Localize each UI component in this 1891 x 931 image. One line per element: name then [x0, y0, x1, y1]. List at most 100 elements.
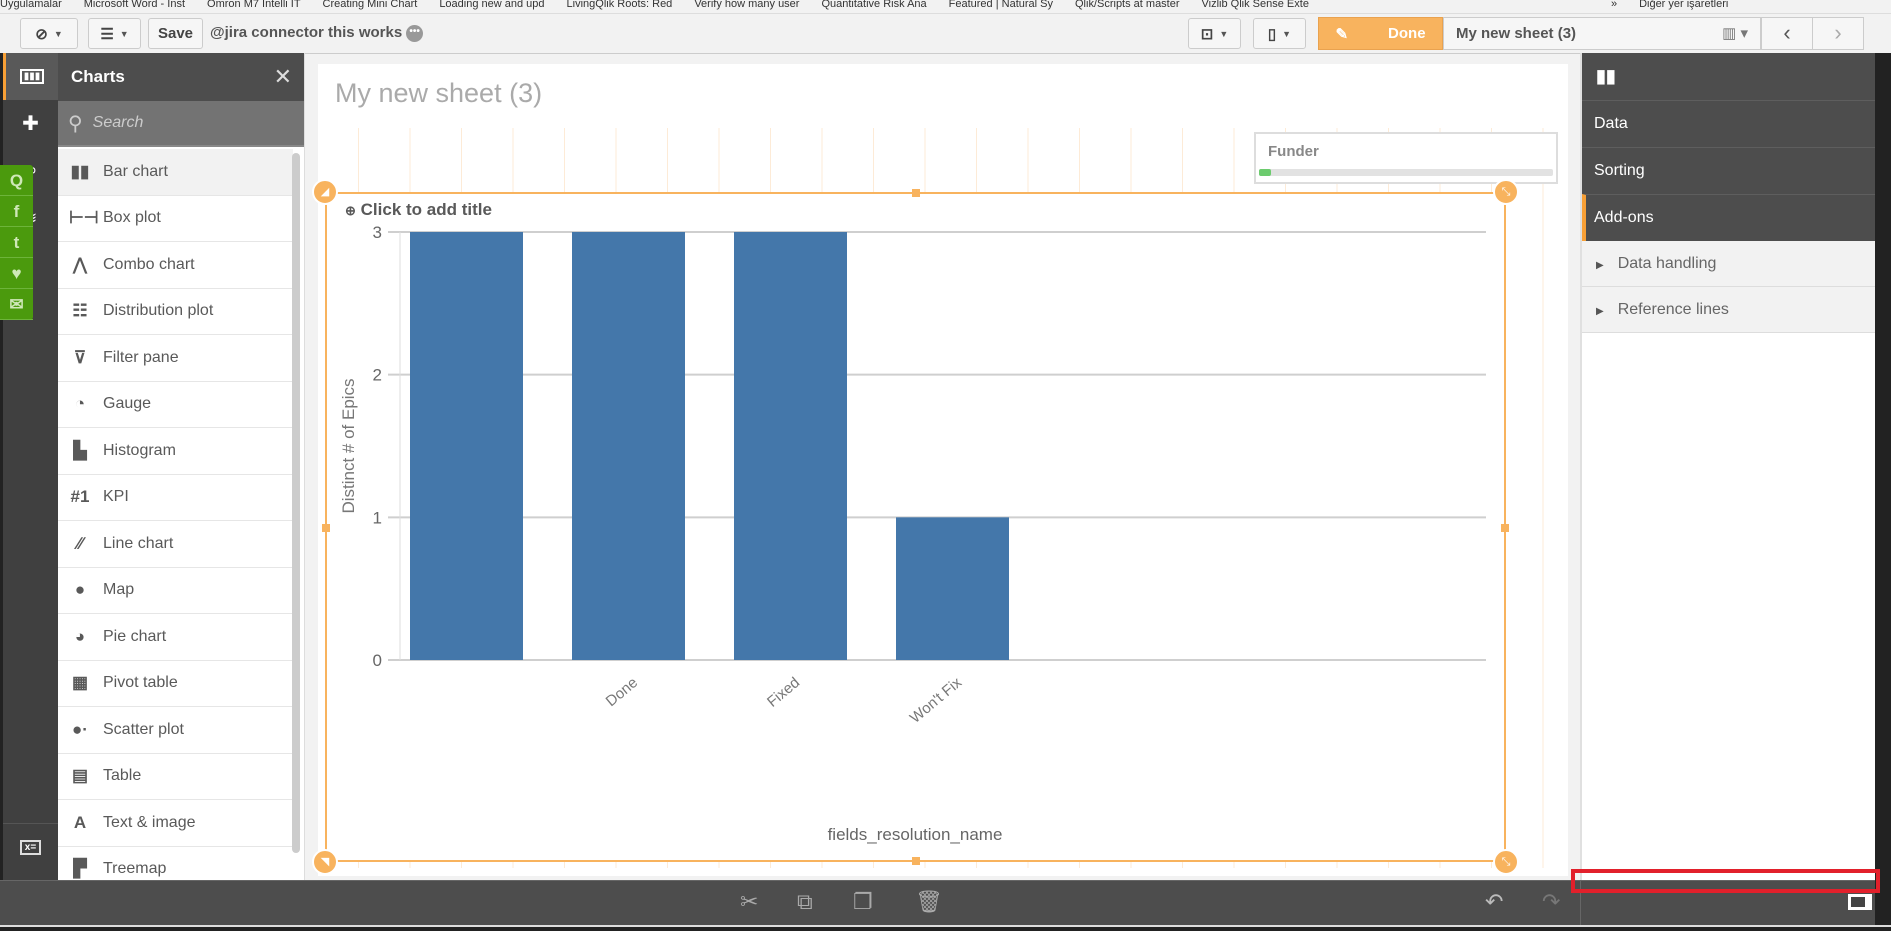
bookmark-item[interactable]: Quantitative Risk Ana: [821, 0, 926, 10]
chart-type-label: Table: [103, 767, 142, 785]
variables-button[interactable]: x=: [3, 823, 58, 870]
panel-toggle-icon[interactable]: [1848, 894, 1872, 910]
global-menu-button[interactable]: ☰ ▼: [88, 18, 141, 49]
qlik-share-icon[interactable]: Q: [0, 165, 33, 196]
chart-type-item[interactable]: #1 KPI: [58, 475, 293, 521]
resize-handle-top[interactable]: [912, 189, 920, 197]
chart-type-item[interactable]: ∕∕ Line chart: [58, 521, 293, 568]
bookmark-item[interactable]: Loading new and upd: [439, 0, 544, 10]
scatter-plot-icon: ●·: [72, 719, 88, 739]
done-label: Done: [1388, 25, 1426, 42]
bookmark-item[interactable]: Omron M7 Intelli IT: [207, 0, 301, 10]
next-sheet-button[interactable]: ›: [1812, 17, 1864, 50]
chart-type-item[interactable]: ◔ Gauge: [58, 382, 293, 428]
resize-handle-top-right[interactable]: ⤡: [1493, 179, 1519, 205]
properties-header: ▮▮: [1582, 53, 1875, 100]
section-reference-lines[interactable]: ▶ Reference lines: [1582, 287, 1875, 333]
properties-tab-data[interactable]: Data: [1582, 100, 1875, 147]
chart-type-item[interactable]: ● Map: [58, 568, 293, 614]
menu-icon: ☰: [100, 25, 114, 43]
expand-icon: ▶: [1596, 306, 1604, 317]
search-icon: ⚲: [68, 112, 83, 135]
chart-type-item[interactable]: ▮▮ Bar chart: [58, 149, 293, 196]
mail-icon[interactable]: ✉: [0, 289, 33, 320]
search-input[interactable]: ⚲ Search: [58, 101, 304, 147]
x-tick-label: Done: [603, 674, 641, 710]
chart-type-label: Histogram: [103, 441, 176, 459]
resize-handle-bottom-right[interactable]: ⤡: [1493, 849, 1519, 875]
copy-icon[interactable]: ⧉: [797, 889, 813, 915]
resize-handle-right[interactable]: [1501, 524, 1509, 532]
combo-chart-icon: ⋀: [73, 254, 87, 274]
heart-icon[interactable]: ♥: [0, 258, 33, 289]
bookmark-item[interactable]: Qlik/Scripts at master: [1075, 0, 1180, 10]
properties-tab-sorting[interactable]: Sorting: [1582, 147, 1875, 194]
charts-tab[interactable]: ▮▮▮: [3, 53, 58, 100]
extensions-tab[interactable]: ✚: [3, 100, 58, 147]
bookmark-item[interactable]: Uygulamalar: [0, 0, 62, 10]
chart-list-scrollbar[interactable]: [292, 153, 300, 853]
pencil-icon: ✎: [1335, 25, 1349, 43]
sheets-icon[interactable]: ▥ ▾: [1722, 18, 1748, 49]
filter-progress-bar: [1259, 169, 1553, 176]
bookmark-item[interactable]: Creating Mini Chart: [323, 0, 418, 10]
bookmark-item[interactable]: LivingQlik Roots: Red: [567, 0, 673, 10]
bookmark-item[interactable]: Vizlib Qlik Sense Exte: [1202, 0, 1309, 10]
bar-chart-icon: ▮▮: [70, 161, 90, 181]
resize-handle-left[interactable]: [322, 524, 330, 532]
save-button[interactable]: Save: [148, 18, 203, 49]
done-editing-button[interactable]: ✎ Done: [1318, 17, 1443, 50]
bookmark-button[interactable]: ▯ ▼: [1253, 18, 1306, 49]
chart-type-item[interactable]: ▤ Table: [58, 754, 293, 800]
paste-icon[interactable]: ❐: [853, 889, 873, 915]
qlik-sense-window: Uygulamalar Microsoft Word - Inst Omron M7…: [0, 0, 1891, 931]
bookmark-item[interactable]: Verify how many user: [694, 0, 799, 10]
chart-type-item[interactable]: ◕ Pie chart: [58, 614, 293, 661]
chart-type-item[interactable]: ▙ Histogram: [58, 428, 293, 475]
chart-type-item[interactable]: A Text & image: [58, 800, 293, 847]
more-icon[interactable]: •••: [406, 24, 424, 42]
resize-handle-bottom[interactable]: [912, 857, 920, 865]
bar-chart-object[interactable]: ⊕ Click to add title 0 1 2 3 Done Fixed Won't …: [312, 179, 1519, 875]
close-icon[interactable]: ✕: [274, 53, 292, 101]
undo-icon[interactable]: ↶: [1485, 889, 1503, 915]
properties-tab-add-ons[interactable]: Add-ons: [1582, 194, 1875, 241]
navigation-button[interactable]: ⊘ ▼: [20, 18, 78, 49]
bookmark-item[interactable]: Featured | Natural Sy: [949, 0, 1053, 10]
cut-icon[interactable]: ✂: [740, 889, 758, 915]
chart-type-item[interactable]: ⋀ Combo chart: [58, 242, 293, 289]
bar[interactable]: [734, 232, 847, 660]
chart-type-item[interactable]: ▛ Treemap: [58, 847, 293, 881]
funder-filter-pane[interactable]: Funder: [1254, 132, 1558, 184]
sheet-title[interactable]: My new sheet (3): [335, 78, 542, 109]
section-data-handling[interactable]: ▶ Data handling: [1582, 241, 1875, 287]
section-label: Reference lines: [1617, 301, 1729, 318]
sheet-canvas: My new sheet (3) Funder ⊕ Click to add t…: [312, 64, 1568, 876]
bookmarks-overflow[interactable]: »: [1611, 0, 1617, 10]
chart-type-item[interactable]: ☷ Distribution plot: [58, 289, 293, 335]
bar[interactable]: [896, 517, 1009, 660]
chart-type-label: Distribution plot: [103, 302, 214, 320]
resize-handle-bottom-left[interactable]: ◥: [312, 849, 338, 875]
resize-handle-top-left[interactable]: ◢: [312, 179, 338, 205]
bar[interactable]: [572, 232, 685, 660]
chart-type-item[interactable]: ⊽ Filter pane: [58, 335, 293, 382]
twitter-icon[interactable]: t: [0, 227, 33, 258]
bookmarks-bar: Uygulamalar Microsoft Word - Inst Omron M7…: [0, 0, 1891, 14]
chart-type-item[interactable]: ●· Scatter plot: [58, 707, 293, 754]
chart-type-item[interactable]: ▦ Pivot table: [58, 661, 293, 707]
previous-sheet-button[interactable]: ‹: [1761, 17, 1813, 50]
story-button[interactable]: ⊡ ▼: [1188, 18, 1241, 49]
highlight-annotation: [1571, 869, 1880, 893]
delete-icon[interactable]: 🗑: [915, 889, 943, 915]
expand-icon: ▶: [1596, 260, 1604, 271]
bar[interactable]: [410, 232, 523, 660]
filter-pane-icon: ⊽: [73, 347, 87, 367]
sheet-name[interactable]: My new sheet (3) ▥ ▾: [1443, 17, 1761, 50]
facebook-icon[interactable]: f: [0, 196, 33, 227]
other-bookmarks[interactable]: Diğer yer işaretleri: [1639, 0, 1728, 10]
redo-icon[interactable]: ↷: [1542, 889, 1560, 915]
charts-panel-title: Charts: [71, 67, 125, 86]
bookmark-item[interactable]: Microsoft Word - Inst: [84, 0, 185, 10]
chart-type-item[interactable]: ⊢⊣ Box plot: [58, 196, 293, 242]
